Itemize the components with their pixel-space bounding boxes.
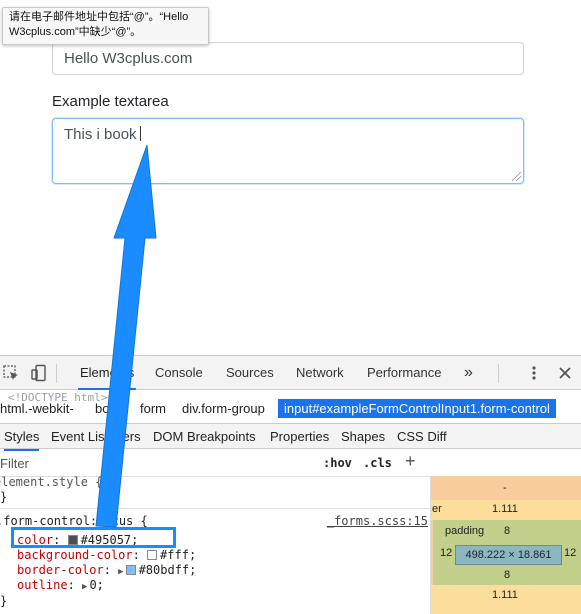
- bg-swatch[interactable]: [147, 550, 158, 560]
- border-top-value: 1.111: [492, 503, 518, 515]
- padding-bottom-value: 8: [504, 569, 511, 581]
- element-style-close: }: [0, 490, 8, 504]
- padding-label: padding: [445, 525, 485, 537]
- expand-triangle-icon-2[interactable]: ▶: [82, 582, 87, 592]
- tab-properties[interactable]: Properties: [270, 424, 329, 449]
- filter-input[interactable]: Filter: [0, 456, 29, 471]
- rule-source-link[interactable]: _forms.scss:15: [327, 514, 428, 530]
- textarea-label: Example textarea: [52, 93, 169, 110]
- breadcrumb-input-selected[interactable]: input#exampleFormControlInput1.form-cont…: [278, 399, 556, 418]
- margin-top-value: -: [503, 482, 507, 494]
- textarea-value: This i book: [64, 126, 137, 143]
- styles-filter-bar: Filter :hov .cls +: [0, 451, 430, 477]
- tab-css-diff[interactable]: CSS Diff: [397, 424, 447, 449]
- tab-network[interactable]: Network: [294, 356, 346, 390]
- annotation-highlight-box: [11, 527, 176, 548]
- decl-background[interactable]: background-color: #fff;: [17, 548, 196, 564]
- decl-outline-value: 0;: [89, 578, 104, 592]
- cls-toggle[interactable]: .cls: [363, 456, 392, 470]
- box-model-content: 498.222 × 18.861: [455, 545, 562, 565]
- border-swatch[interactable]: [125, 565, 136, 575]
- tooltip-line-2: W3cplus.com”中缺少“@”。: [9, 26, 142, 38]
- decl-bg-value: #fff;: [160, 548, 197, 562]
- hov-toggle[interactable]: :hov: [323, 456, 352, 470]
- device-toolbar-icon[interactable]: [30, 364, 48, 382]
- breadcrumb-html[interactable]: html.-webkit-: [0, 399, 74, 418]
- decl-outline-prop: outline: [17, 578, 68, 592]
- breadcrumb-body[interactable]: body: [95, 399, 123, 418]
- padding-top-value: 8: [504, 525, 511, 537]
- inspect-element-icon[interactable]: [2, 364, 20, 382]
- example-textarea[interactable]: This i book: [52, 118, 524, 184]
- padding-right-value: 12: [564, 547, 577, 559]
- decl-bg-prop: background-color: [17, 548, 133, 562]
- decl-border-prop: border-color: [17, 563, 104, 577]
- text-caret: [139, 126, 141, 141]
- tab-elements[interactable]: Elements: [78, 356, 137, 390]
- tab-styles[interactable]: Styles: [4, 424, 40, 451]
- kebab-menu-icon[interactable]: [527, 364, 541, 382]
- more-tabs-button[interactable]: »: [462, 356, 475, 390]
- breadcrumb-form[interactable]: form: [140, 399, 166, 418]
- tab-event-listeners[interactable]: Event Listeners: [51, 424, 141, 449]
- border-bottom-value: 1.111: [492, 589, 518, 601]
- devtools-toolbar: Elements Console Sources Network Perform…: [0, 355, 581, 390]
- padding-left-value: 12: [440, 547, 453, 559]
- decl-border-value: #80bdff;: [138, 563, 197, 577]
- border-label: er: [432, 503, 442, 515]
- toolbar-divider: [56, 364, 57, 383]
- tab-dom-breakpoints[interactable]: DOM Breakpoints: [153, 424, 256, 449]
- tab-shapes[interactable]: Shapes: [341, 424, 385, 449]
- email-input[interactable]: Hello W3cplus.com: [52, 42, 524, 75]
- expand-triangle-icon[interactable]: ▶: [118, 567, 123, 577]
- rule-divider: [0, 508, 430, 509]
- tab-performance[interactable]: Performance: [365, 356, 443, 390]
- element-style-selector: element.style {: [0, 475, 103, 489]
- close-icon[interactable]: [557, 364, 573, 382]
- sidebar-tabs: Styles Event Listeners DOM Breakpoints P…: [0, 423, 581, 451]
- resize-handle-icon[interactable]: [512, 172, 521, 181]
- validation-tooltip: 请在电子邮件地址中包括“@”。“Hello W3cplus.com”中缺少“@”…: [2, 7, 209, 45]
- breadcrumb: html.-webkit- body form div.form-group i…: [0, 399, 581, 418]
- tab-sources[interactable]: Sources: [224, 356, 276, 390]
- tooltip-line-1: 请在电子邮件地址中包括“@”。“Hello: [9, 11, 189, 23]
- rule-close: }: [0, 594, 8, 608]
- decl-outline[interactable]: outline: ▶ 0;: [17, 578, 104, 596]
- breadcrumb-div-form-group[interactable]: div.form-group: [182, 399, 265, 418]
- toolbar-divider-2: [498, 364, 499, 383]
- new-rule-button[interactable]: +: [405, 451, 416, 472]
- tab-console[interactable]: Console: [153, 356, 205, 390]
